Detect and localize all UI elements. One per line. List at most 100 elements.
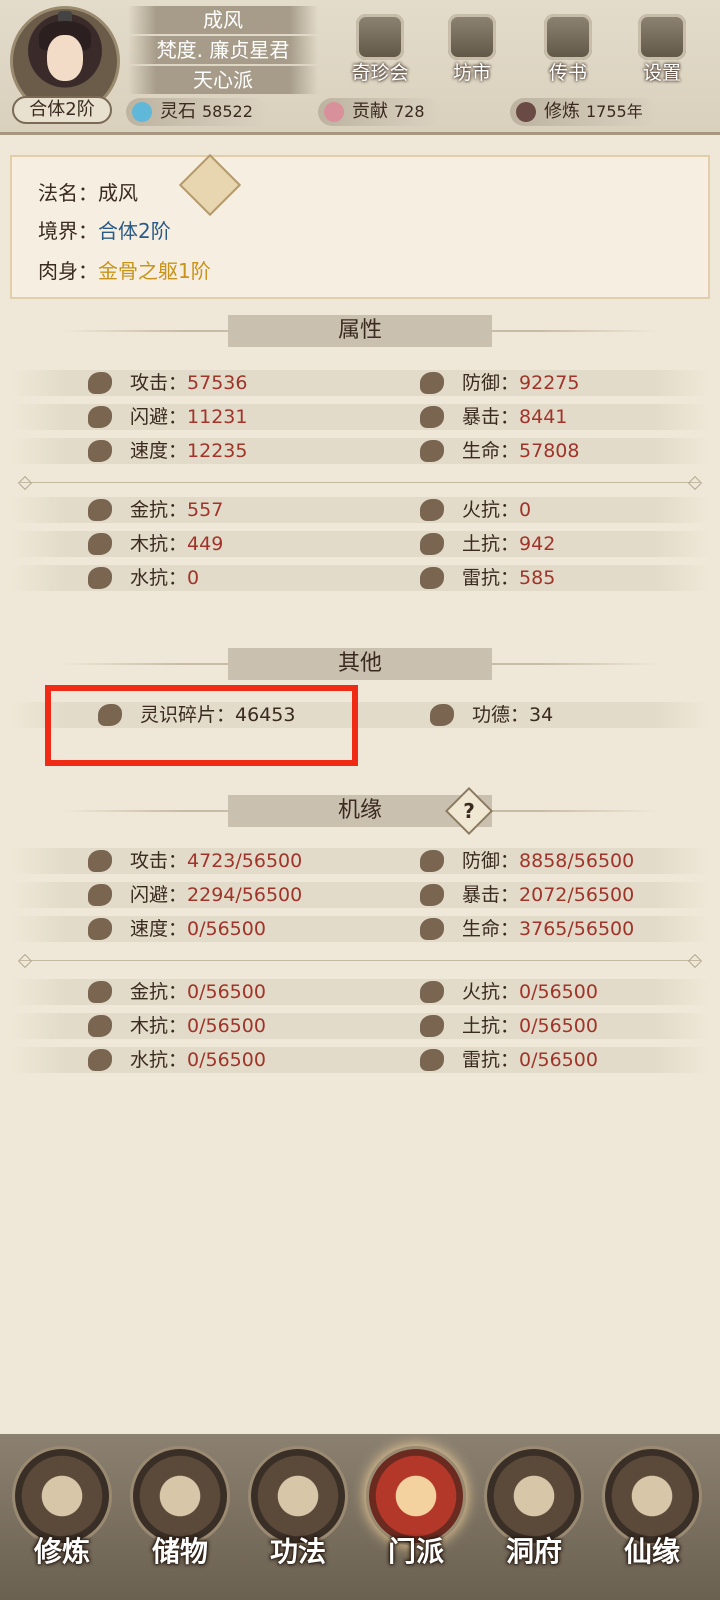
settings-button[interactable]: 设置 bbox=[626, 14, 698, 86]
thunder-resist-icon bbox=[420, 1049, 444, 1071]
thunder-resist-icon bbox=[420, 567, 444, 589]
fortune-attack: 攻击：4723/56500 bbox=[88, 848, 303, 874]
metal-resist-icon bbox=[88, 981, 112, 1003]
stat-row: 金抗：0/56500 火抗：0/56500 bbox=[10, 979, 710, 1005]
stat-value: 3765/56500 bbox=[519, 918, 635, 940]
stat-value: 942 bbox=[519, 533, 556, 555]
tab-label: 门派 bbox=[387, 1535, 444, 1568]
body-label: 肉身： bbox=[38, 259, 98, 283]
stat-label: 暴击： bbox=[462, 406, 520, 428]
divider bbox=[10, 953, 710, 969]
player-sect: 天心派 bbox=[128, 66, 318, 94]
tab-label: 储物 bbox=[151, 1535, 208, 1568]
contribution-resource[interactable]: 贡献 728 bbox=[318, 98, 441, 126]
stat-value: 0/56500 bbox=[187, 981, 266, 1003]
bottom-nav: 修炼 储物 功法 门派 洞府 仙缘 bbox=[0, 1434, 720, 1600]
scroll-letter-icon bbox=[544, 14, 592, 60]
stat-speed: 速度：12235 bbox=[88, 438, 247, 464]
divider bbox=[10, 475, 710, 491]
realm-label: 境界： bbox=[38, 219, 98, 243]
tab-technique[interactable]: 功法 bbox=[242, 1446, 354, 1596]
stat-attack: 攻击：57536 bbox=[88, 370, 247, 396]
stat-value: 0/56500 bbox=[519, 981, 598, 1003]
letter-button[interactable]: 传书 bbox=[532, 14, 604, 86]
attack-icon bbox=[88, 850, 112, 872]
fortune-metal-resist: 金抗：0/56500 bbox=[88, 979, 266, 1005]
stat-dodge: 闪避：11231 bbox=[88, 404, 247, 430]
defense-icon bbox=[420, 850, 444, 872]
merit-icon bbox=[430, 704, 454, 726]
tab-immortal-fate[interactable]: 仙缘 bbox=[596, 1446, 708, 1596]
stat-label: 水抗： bbox=[130, 567, 188, 589]
stat-value: 0/56500 bbox=[187, 1015, 266, 1037]
stat-metal-resist: 金抗：557 bbox=[88, 497, 223, 523]
stat-label: 金抗： bbox=[130, 499, 188, 521]
stat-value: 0/56500 bbox=[187, 918, 266, 940]
fire-resist-icon bbox=[420, 981, 444, 1003]
tab-label: 功法 bbox=[269, 1535, 326, 1568]
stat-value: 4723/56500 bbox=[187, 850, 303, 872]
stat-value: 57808 bbox=[519, 440, 580, 462]
cultivation-label: 修炼 bbox=[544, 101, 580, 122]
stat-life: 生命：57808 bbox=[420, 438, 580, 464]
tab-storage[interactable]: 储物 bbox=[124, 1446, 236, 1596]
rename-brush-icon[interactable] bbox=[178, 153, 242, 217]
stat-label: 暴击： bbox=[462, 884, 520, 906]
letter-label: 传书 bbox=[548, 62, 587, 84]
dharma-name-value: 成风 bbox=[98, 181, 138, 205]
dodge-icon bbox=[88, 884, 112, 906]
player-title: 梵度. 廉贞星君 bbox=[128, 36, 318, 64]
stat-merit: 功德：34 bbox=[430, 702, 553, 728]
stat-label: 功德： bbox=[472, 704, 530, 726]
stat-value: 0 bbox=[187, 567, 200, 589]
body-value: 金骨之躯1阶 bbox=[98, 259, 211, 283]
stat-value: 585 bbox=[519, 567, 556, 589]
fortune-section-header: 机缘 bbox=[60, 795, 660, 827]
stat-label: 火抗： bbox=[462, 981, 520, 1003]
stat-label: 木抗： bbox=[130, 533, 188, 555]
treasure-pavilion-button[interactable]: 奇珍会 bbox=[344, 14, 416, 86]
stat-value: 0/56500 bbox=[519, 1015, 598, 1037]
earth-resist-icon bbox=[420, 533, 444, 555]
cultivation-resource[interactable]: 修炼 1755年 bbox=[510, 98, 659, 126]
wood-resist-icon bbox=[88, 533, 112, 555]
stat-row: 木抗：0/56500 土抗：0/56500 bbox=[10, 1013, 710, 1039]
stat-value: 0 bbox=[519, 499, 532, 521]
water-resist-icon bbox=[88, 567, 112, 589]
spirit-stone-resource[interactable]: 灵石 58522 bbox=[126, 98, 269, 126]
profile-card: 法名：成风 境界：合体2阶 肉身：金骨之躯1阶 bbox=[10, 153, 710, 299]
fortune-water-resist: 水抗：0/56500 bbox=[88, 1047, 266, 1073]
stat-row: 闪避：2294/56500 暴击：2072/56500 bbox=[10, 882, 710, 908]
tab-sect[interactable]: 门派 bbox=[360, 1446, 472, 1596]
contribution-icon bbox=[324, 102, 344, 122]
gear-icon bbox=[638, 14, 686, 60]
metal-resist-icon bbox=[88, 499, 112, 521]
stat-label: 攻击： bbox=[130, 372, 188, 394]
tab-label: 仙缘 bbox=[623, 1535, 680, 1568]
fortune-speed: 速度：0/56500 bbox=[88, 916, 266, 942]
settings-label: 设置 bbox=[642, 62, 681, 84]
market-button[interactable]: 坊市 bbox=[436, 14, 508, 86]
realm-badge: 合体2阶 bbox=[12, 96, 112, 124]
earth-resist-icon bbox=[420, 1015, 444, 1037]
stat-water-resist: 水抗：0 bbox=[88, 565, 200, 591]
treasure-pavilion-icon bbox=[356, 14, 404, 60]
contribution-value: 728 bbox=[394, 102, 425, 121]
fortune-dodge: 闪避：2294/56500 bbox=[88, 882, 302, 908]
stat-label: 水抗： bbox=[130, 1049, 188, 1071]
stat-fire-resist: 火抗：0 bbox=[420, 497, 532, 523]
dharma-name-row: 法名：成风 bbox=[38, 177, 138, 206]
contribution-label: 贡献 bbox=[352, 101, 388, 122]
attributes-title: 属性 bbox=[228, 315, 492, 347]
life-icon bbox=[420, 440, 444, 462]
stat-critical: 暴击：8441 bbox=[420, 404, 568, 430]
tab-cave-abode[interactable]: 洞府 bbox=[478, 1446, 590, 1596]
stat-value: 8441 bbox=[519, 406, 568, 428]
treasure-pavilion-label: 奇珍会 bbox=[351, 62, 409, 84]
water-resist-icon bbox=[88, 1049, 112, 1071]
life-icon bbox=[420, 918, 444, 940]
tab-cultivate[interactable]: 修炼 bbox=[6, 1446, 118, 1596]
critical-icon bbox=[420, 884, 444, 906]
stat-defense: 防御：92275 bbox=[420, 370, 580, 396]
stat-value: 92275 bbox=[519, 372, 580, 394]
